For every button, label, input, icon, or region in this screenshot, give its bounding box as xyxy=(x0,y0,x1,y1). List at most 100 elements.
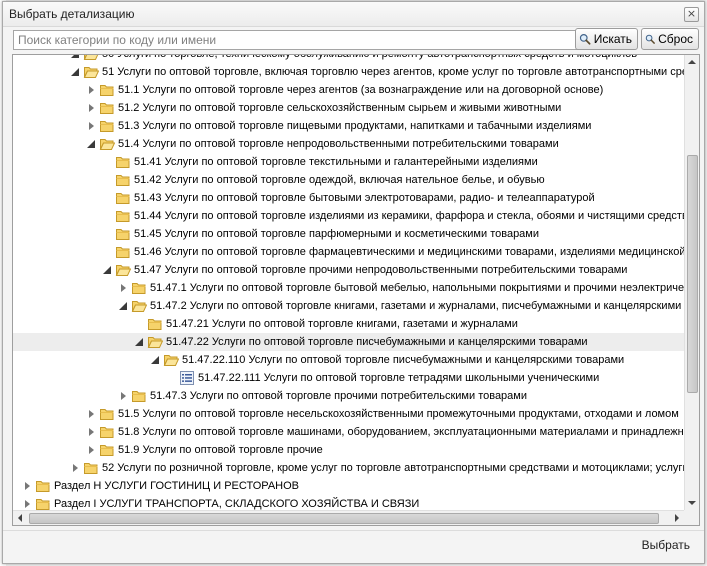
folder-icon xyxy=(131,280,147,296)
tree-row-label: 51.47.22 Услуги по оптовой торговле писч… xyxy=(166,336,588,348)
collapse-toggle-icon[interactable] xyxy=(68,63,82,81)
tree-row-label: 51.41 Услуги по оптовой торговле текстил… xyxy=(134,156,538,168)
reset-button[interactable]: Сброс xyxy=(641,28,699,50)
tree-row[interactable]: 51 Услуги по оптовой торговле, включая т… xyxy=(13,63,684,81)
folder-icon xyxy=(99,100,115,116)
tree-row[interactable]: 51.3 Услуги по оптовой торговле пищевыми… xyxy=(13,117,684,135)
list-item-icon xyxy=(179,370,195,386)
tree-row-label: 51.47.2 Услуги по оптовой торговле книга… xyxy=(150,300,684,312)
tree-row-label: 51.1 Услуги по оптовой торговле через аг… xyxy=(118,84,604,96)
tree-row[interactable]: 51.45 Услуги по оптовой торговле парфюме… xyxy=(13,225,684,243)
tree-row[interactable]: 51.47.1 Услуги по оптовой торговле бытов… xyxy=(13,279,684,297)
expand-toggle-icon[interactable] xyxy=(20,495,34,510)
expand-toggle-icon[interactable] xyxy=(84,81,98,99)
tree-row-label: 51.47.21 Услуги по оптовой торговле книг… xyxy=(166,318,518,330)
close-button[interactable]: × xyxy=(684,7,699,22)
folder-open-icon xyxy=(115,262,132,278)
tree-row-label: 51.5 Услуги по оптовой торговле несельск… xyxy=(118,408,679,420)
tree-row[interactable]: Раздел I УСЛУГИ ТРАНСПОРТА, СКЛАДСКОГО Х… xyxy=(13,495,684,510)
folder-icon xyxy=(35,496,51,510)
tree-row[interactable]: 51.47.22.110 Услуги по оптовой торговле … xyxy=(13,351,684,369)
horizontal-scrollbar[interactable] xyxy=(13,510,684,525)
tree-row[interactable]: 50 Услуги по торговле, техническому обсл… xyxy=(13,55,684,63)
magnifier-icon xyxy=(645,34,655,44)
tree-row[interactable]: 51.9 Услуги по оптовой торговле прочие xyxy=(13,441,684,459)
tree-row[interactable]: 51.46 Услуги по оптовой торговле фармаце… xyxy=(13,243,684,261)
search-input[interactable] xyxy=(13,30,581,50)
tree-row[interactable]: 51.5 Услуги по оптовой торговле несельск… xyxy=(13,405,684,423)
expand-toggle-icon[interactable] xyxy=(84,423,98,441)
vertical-scroll-thumb[interactable] xyxy=(687,155,698,393)
tree-row[interactable]: 51.47.21 Услуги по оптовой торговле книг… xyxy=(13,315,684,333)
collapse-toggle-icon[interactable] xyxy=(116,297,130,315)
category-tree-panel: 50 Услуги по торговле, техническому обсл… xyxy=(12,54,700,526)
expand-toggle-icon[interactable] xyxy=(84,99,98,117)
tree-row-label: 51.43 Услуги по оптовой торговле бытовым… xyxy=(134,192,595,204)
tree-row-label: 51.45 Услуги по оптовой торговле парфюме… xyxy=(134,228,540,240)
folder-icon xyxy=(99,82,115,98)
expand-toggle-icon[interactable] xyxy=(20,477,34,495)
tree-row[interactable]: 51.4 Услуги по оптовой торговле непродов… xyxy=(13,135,684,153)
collapse-toggle-icon[interactable] xyxy=(68,55,82,63)
tree-row[interactable]: 51.43 Услуги по оптовой торговле бытовым… xyxy=(13,189,684,207)
close-icon: × xyxy=(686,7,697,20)
folder-open-icon xyxy=(147,334,164,350)
collapse-toggle-icon[interactable] xyxy=(132,333,146,351)
scroll-down-icon[interactable] xyxy=(685,496,699,510)
scroll-left-icon[interactable] xyxy=(13,511,27,525)
scroll-right-icon[interactable] xyxy=(670,511,684,525)
tree-row-label: 51.47.22.111 Услуги по оптовой торговле … xyxy=(198,372,600,384)
tree-row-label: 51.47.22.110 Услуги по оптовой торговле … xyxy=(182,354,625,366)
expand-toggle-icon[interactable] xyxy=(116,279,130,297)
tree-row[interactable]: 51.47 Услуги по оптовой торговле прочими… xyxy=(13,261,684,279)
tree-row[interactable]: Раздел H УСЛУГИ ГОСТИНИЦ И РЕСТОРАНОВ xyxy=(13,477,684,495)
select-button[interactable]: Выбрать xyxy=(642,538,690,552)
tree-row[interactable]: 51.47.3 Услуги по оптовой торговле прочи… xyxy=(13,387,684,405)
tree-row[interactable]: 51.42 Услуги по оптовой торговле одеждой… xyxy=(13,171,684,189)
folder-icon xyxy=(83,460,99,476)
folder-icon xyxy=(115,244,131,260)
tree-row-label: 51.2 Услуги по оптовой торговле сельскох… xyxy=(118,102,562,114)
horizontal-scroll-thumb[interactable] xyxy=(29,513,659,524)
scroll-up-icon[interactable] xyxy=(685,55,699,69)
tree-row-label: 52 Услуги по розничной торговле, кроме у… xyxy=(102,462,684,474)
folder-icon xyxy=(115,154,131,170)
tree-row[interactable]: 51.47.22.111 Услуги по оптовой торговле … xyxy=(13,369,684,387)
collapse-toggle-icon[interactable] xyxy=(100,261,114,279)
magnifier-icon xyxy=(579,34,591,45)
tree-row[interactable]: 51.1 Услуги по оптовой торговле через аг… xyxy=(13,81,684,99)
tree-row[interactable]: 52 Услуги по розничной торговле, кроме у… xyxy=(13,459,684,477)
folder-icon xyxy=(35,478,51,494)
tree-row[interactable]: 51.47.2 Услуги по оптовой торговле книга… xyxy=(13,297,684,315)
tree-row[interactable]: 51.2 Услуги по оптовой торговле сельскох… xyxy=(13,99,684,117)
expand-toggle-icon[interactable] xyxy=(116,387,130,405)
reset-button-label: Сброс xyxy=(658,32,693,46)
expand-toggle-icon[interactable] xyxy=(84,117,98,135)
tree-row[interactable]: 51.8 Услуги по оптовой торговле машинами… xyxy=(13,423,684,441)
folder-icon xyxy=(99,406,115,422)
tree-row-label: 51.47 Услуги по оптовой торговле прочими… xyxy=(134,264,628,276)
tree-row[interactable]: 51.47.22 Услуги по оптовой торговле писч… xyxy=(13,333,684,351)
tree-row[interactable]: 51.44 Услуги по оптовой торговле изделия… xyxy=(13,207,684,225)
dialog-footer: Выбрать xyxy=(3,530,704,563)
tree-row-label: 51.44 Услуги по оптовой торговле изделия… xyxy=(134,210,684,222)
folder-icon xyxy=(99,424,115,440)
tree-row-label: 51 Услуги по оптовой торговле, включая т… xyxy=(102,66,684,78)
collapse-toggle-icon[interactable] xyxy=(84,135,98,153)
dialog-titlebar[interactable]: Выбрать детализацию × xyxy=(3,2,704,27)
expand-toggle-icon[interactable] xyxy=(84,405,98,423)
tree-row-label: 51.47.1 Услуги по оптовой торговле бытов… xyxy=(150,282,684,294)
search-button[interactable]: Искать xyxy=(575,28,638,50)
category-tree: 50 Услуги по торговле, техническому обсл… xyxy=(13,55,684,510)
vertical-scrollbar[interactable] xyxy=(684,55,699,510)
tree-row-label: 51.47.3 Услуги по оптовой торговле прочи… xyxy=(150,390,528,402)
collapse-toggle-icon[interactable] xyxy=(148,351,162,369)
tree-row[interactable]: 51.41 Услуги по оптовой торговле текстил… xyxy=(13,153,684,171)
expand-toggle-icon[interactable] xyxy=(68,459,82,477)
tree-row-label: 51.9 Услуги по оптовой торговле прочие xyxy=(118,444,323,456)
tree-row-label: 50 Услуги по торговле, техническому обсл… xyxy=(102,55,637,61)
expand-toggle-icon[interactable] xyxy=(84,441,98,459)
tree-row-label: 51.42 Услуги по оптовой торговле одеждой… xyxy=(134,174,545,186)
dialog-title: Выбрать детализацию xyxy=(9,7,135,21)
tree-row-label: 51.3 Услуги по оптовой торговле пищевыми… xyxy=(118,120,592,132)
